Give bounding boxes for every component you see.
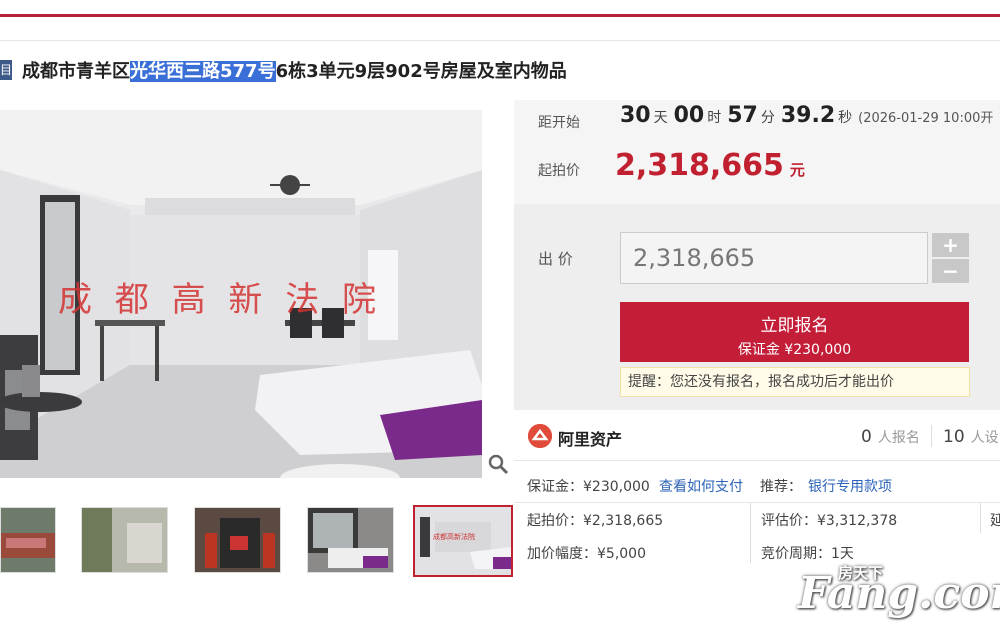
countdown-seconds: 39.2 — [780, 103, 836, 128]
detail-increment: 加价幅度：¥5,000 — [527, 546, 646, 562]
days-unit: 天 — [653, 110, 668, 126]
fang-watermark-main: Fang.com — [798, 568, 1000, 619]
page-title: 目 成都市青羊区光华西三路577号6栋3单元9层902号房屋及室内物品 — [0, 56, 567, 84]
start-time: (2026-01-29 10:00开 — [858, 111, 994, 126]
detail-appraisal: 评估价：¥3,312,378 — [761, 513, 898, 529]
svg-text:成都高新法院: 成都高新法院 — [433, 532, 475, 541]
org-name: 阿里资产 — [558, 430, 623, 449]
recommend-label: 推荐： — [760, 479, 802, 495]
countdown-minutes: 57 — [727, 103, 758, 128]
signup-notice: 提醒：您还没有报名，报名成功后才能出价 — [620, 367, 970, 397]
increase-bid-button[interactable]: + — [932, 233, 969, 257]
start-price-value: 2,318,665 — [615, 148, 784, 183]
title-text: 成都市青羊区光华西三路577号6栋3单元9层902号房屋及室内物品 — [22, 57, 567, 83]
start-price-unit: 元 — [789, 161, 805, 179]
decrease-bid-button[interactable]: − — [932, 259, 969, 283]
title-tag: 目 — [0, 60, 12, 80]
signup-deposit: 保证金 ¥230,000 — [737, 342, 852, 358]
bid-input[interactable]: 2,318,665 — [620, 232, 928, 284]
details-column-divider — [750, 503, 751, 563]
thumbnail-4[interactable] — [307, 507, 394, 573]
title-suffix: 6栋3单元9层902号房屋及室内物品 — [275, 61, 567, 82]
court-watermark: 成 都 高 新 法 院 — [58, 280, 383, 320]
how-to-pay-link[interactable]: 查看如何支付 — [659, 476, 743, 496]
countdown-label: 距开始 — [538, 115, 580, 131]
countdown-hours: 00 — [673, 103, 705, 128]
title-prefix: 成都市青羊区 — [22, 61, 130, 82]
thumbnail-strip: 成都高新法院 — [0, 505, 515, 577]
detail-edge-char: 延 — [990, 513, 1000, 529]
hours-unit: 时 — [707, 110, 722, 126]
deposit-info: 保证金：¥230,000 — [527, 479, 650, 495]
detail-start-price: 起拍价：¥2,318,665 — [527, 513, 664, 529]
title-highlight: 光华西三路577号 — [130, 61, 276, 82]
zoom-icon[interactable] — [486, 452, 510, 476]
reminder-count: 10 人设 — [943, 427, 999, 447]
count-divider — [931, 425, 932, 447]
seconds-unit: 秒 — [838, 110, 853, 126]
minutes-unit: 分 — [760, 110, 775, 126]
signup-button[interactable]: 立即报名 保证金 ¥230,000 — [620, 302, 969, 362]
thumbnail-2[interactable] — [81, 507, 168, 573]
ali-assets-logo-icon — [528, 424, 552, 448]
signup-count-label: 人报名 — [877, 430, 920, 446]
signup-count-value: 0 — [861, 427, 872, 447]
countdown-days: 30 — [620, 103, 651, 128]
top-divider — [0, 40, 1000, 41]
thumbnail-3[interactable] — [194, 507, 281, 573]
fang-watermark-small: 房天下 — [838, 564, 884, 582]
countdown: 30 天 00 时 57 分 39.2 秒 (2026-01-29 10:00开 — [620, 103, 993, 128]
start-price: 2,318,665 元 — [615, 148, 805, 183]
details-column-divider-2 — [980, 503, 981, 533]
top-accent-line — [0, 14, 1000, 17]
main-photo[interactable]: 成 都 高 新 法 院 — [0, 110, 482, 478]
reminder-count-label: 人设 — [970, 430, 999, 446]
bank-payment-link[interactable]: 银行专用款项 — [808, 476, 892, 496]
signup-count: 0 人报名 — [861, 427, 920, 447]
detail-cycle: 竞价周期：1天 — [761, 546, 854, 562]
thumbnail-5-active[interactable]: 成都高新法院 — [413, 505, 513, 577]
start-price-label: 起拍价 — [538, 163, 580, 179]
thumbnail-1[interactable] — [0, 507, 56, 573]
reminder-count-value: 10 — [943, 427, 965, 447]
details-divider — [514, 502, 1000, 503]
fang-watermark: 房天下 Fang.com — [798, 564, 1000, 619]
signup-label: 立即报名 — [760, 316, 829, 336]
bid-label: 出 价 — [538, 250, 573, 268]
